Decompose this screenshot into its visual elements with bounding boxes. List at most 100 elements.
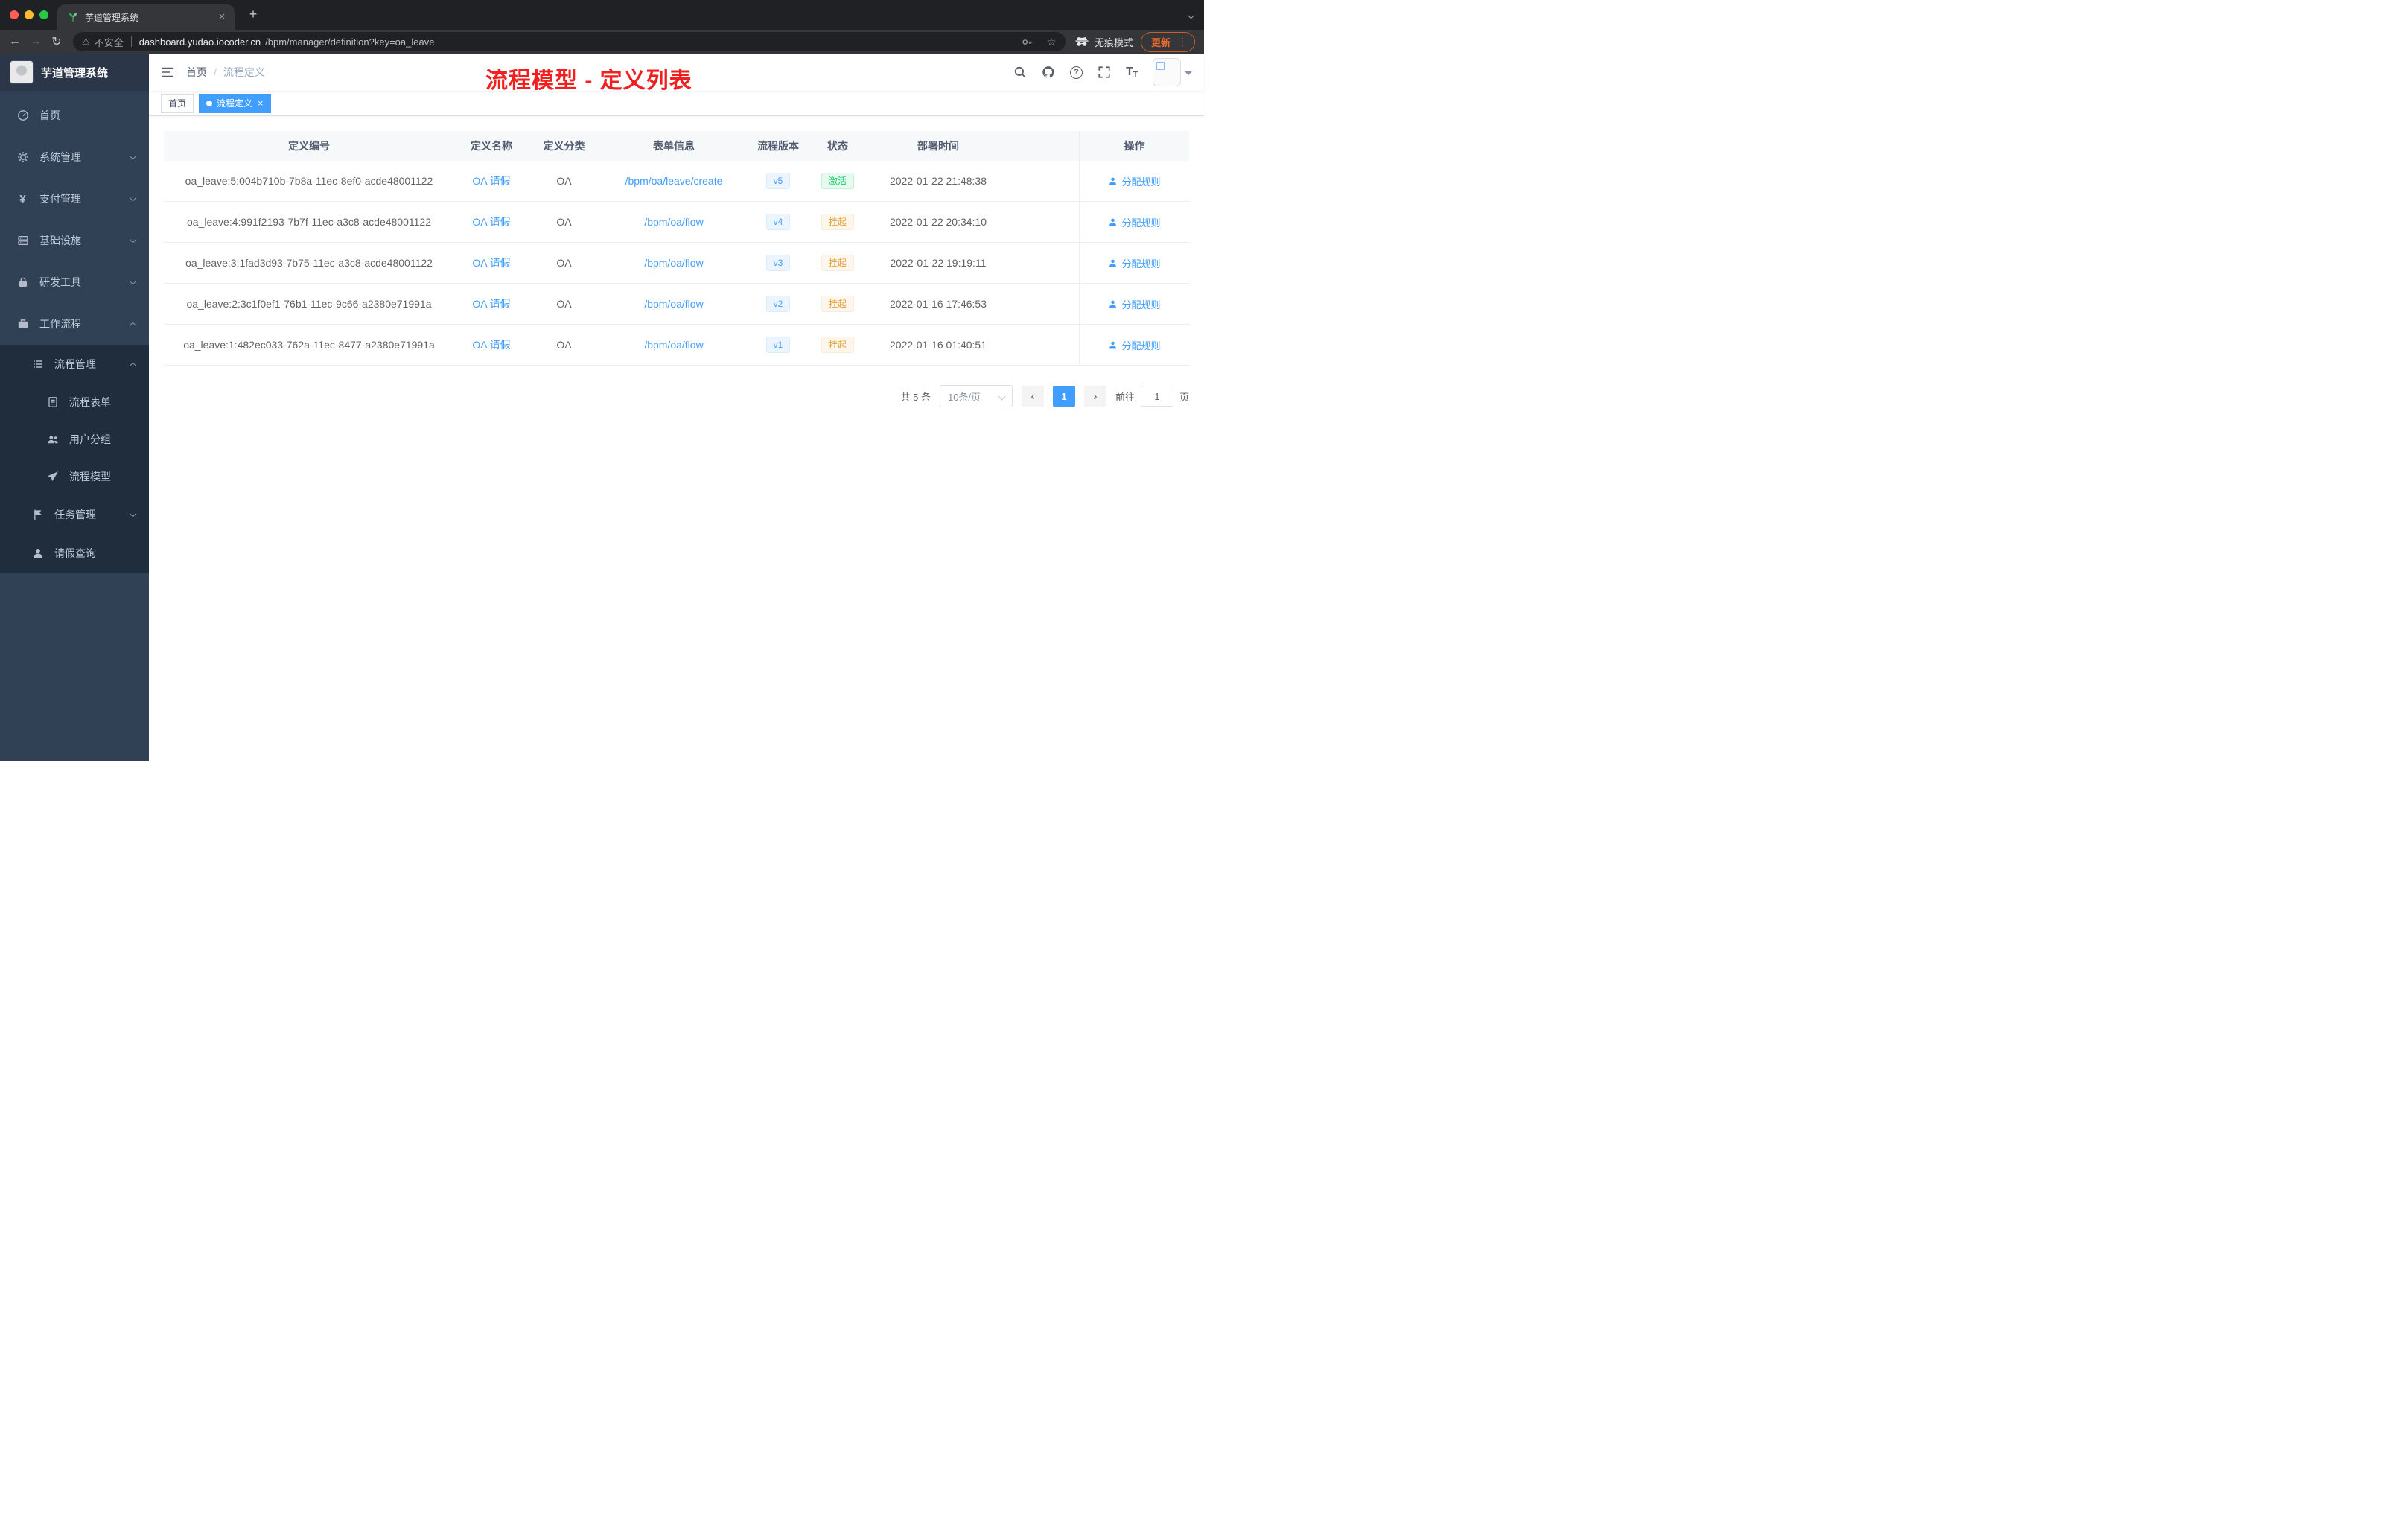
search-icon[interactable] <box>1013 66 1027 79</box>
definition-name-link[interactable]: OA 请假 <box>472 255 510 270</box>
chevron-up-icon <box>129 322 137 329</box>
page-title-annotation: 流程模型 - 定义列表 <box>485 69 692 93</box>
assign-rule-link[interactable]: 分配规则 <box>1108 215 1161 229</box>
assign-rule-link[interactable]: 分配规则 <box>1108 256 1161 270</box>
reload-button[interactable]: ↻ <box>46 31 67 52</box>
form-link[interactable]: /bpm/oa/flow <box>644 298 703 310</box>
sidebar-item-payment[interactable]: ¥ 支付管理 <box>0 178 149 220</box>
deploy-time: 2022-01-22 21:48:38 <box>890 175 987 187</box>
tag-label: 首页 <box>168 98 187 109</box>
definition-id: oa_leave:1:482ec033-762a-11ec-8477-a2380… <box>183 339 435 351</box>
sidebar-item-task-management[interactable]: 任务管理 <box>0 495 149 534</box>
sidebar-item-user-group[interactable]: 用户分组 <box>0 421 149 458</box>
sidebar-item-label: 任务管理 <box>54 509 96 520</box>
browser-tab[interactable]: 芋道管理系统 × <box>57 4 235 30</box>
browser-menu-dots-icon[interactable]: ⋮ <box>1177 36 1188 48</box>
sidebar-item-infrastructure[interactable]: 基础设施 <box>0 220 149 261</box>
font-size-icon[interactable]: TT <box>1126 66 1138 79</box>
help-icon[interactable]: ? <box>1070 66 1083 79</box>
url-divider <box>130 36 132 47</box>
definition-name-link[interactable]: OA 请假 <box>472 173 510 188</box>
row-spacer <box>1009 202 1079 242</box>
breadcrumb-separator: / <box>214 66 217 78</box>
table-row: oa_leave:1:482ec033-762a-11ec-8477-a2380… <box>164 325 1189 366</box>
column-header: 定义分类 <box>543 140 585 152</box>
definition-name-link[interactable]: OA 请假 <box>472 296 510 311</box>
deploy-time: 2022-01-22 19:19:11 <box>890 257 987 269</box>
column-header: 流程版本 <box>757 140 799 152</box>
sidebar-item-workflow[interactable]: 工作流程 <box>0 303 149 345</box>
maximize-window-button[interactable] <box>39 10 48 19</box>
column-header: 定义名称 <box>471 140 512 152</box>
chrome-update-button[interactable]: 更新 ⋮ <box>1140 31 1195 52</box>
security-label[interactable]: 不安全 <box>95 35 124 49</box>
github-icon[interactable] <box>1042 66 1055 79</box>
address-bar[interactable]: ⚠ 不安全 dashboard.yudao.iocoder.cn/bpm/man… <box>73 32 1066 51</box>
form-icon <box>46 396 59 409</box>
definition-category: OA <box>556 339 572 351</box>
sidebar-item-devtools[interactable]: 研发工具 <box>0 261 149 303</box>
forward-button[interactable]: → <box>25 31 46 52</box>
assign-rule-link[interactable]: 分配规则 <box>1108 174 1161 188</box>
bookmark-star-icon[interactable]: ☆ <box>1042 34 1061 50</box>
row-spacer <box>1009 161 1079 201</box>
definition-id: oa_leave:2:3c1f0ef1-76b1-11ec-9c66-a2380… <box>186 298 432 310</box>
next-page-button[interactable]: › <box>1083 386 1106 407</box>
definition-name-link[interactable]: OA 请假 <box>472 337 510 352</box>
assign-rule-link[interactable]: 分配规则 <box>1108 297 1161 311</box>
form-link[interactable]: /bpm/oa/flow <box>644 216 703 228</box>
dashboard-icon <box>16 109 29 122</box>
breadcrumb-home[interactable]: 首页 <box>186 65 207 80</box>
sidebar-item-home[interactable]: 首页 <box>0 95 149 136</box>
sidebar: 芋道管理系统 首页 系统管理 ¥ 支付管理 基础设施 研发工具 工作流程 流程管… <box>0 54 149 761</box>
definition-id: oa_leave:3:1fad3d93-7b75-11ec-a3c8-acde4… <box>185 257 433 269</box>
users-icon <box>46 433 59 446</box>
user-icon <box>1109 259 1117 267</box>
tab-title: 芋道管理系统 <box>85 12 139 23</box>
sidebar-item-process-form[interactable]: 流程表单 <box>0 383 149 421</box>
main-panel: 首页 / 流程定义 流程模型 - 定义列表 ? TT 首页 流程定义 × 定义编… <box>149 54 1204 761</box>
sidebar-item-leave-query[interactable]: 请假查询 <box>0 534 149 573</box>
password-key-icon[interactable] <box>1018 34 1037 50</box>
fullscreen-icon[interactable] <box>1098 66 1111 79</box>
sidebar-item-process-management[interactable]: 流程管理 <box>0 345 149 383</box>
tag-close-icon[interactable]: × <box>258 98 264 109</box>
flag-icon <box>31 509 44 521</box>
form-link[interactable]: /bpm/oa/flow <box>644 339 703 351</box>
tab-search-chevron-icon[interactable] <box>1187 8 1195 22</box>
sidebar-item-system[interactable]: 系统管理 <box>0 136 149 178</box>
user-menu[interactable] <box>1153 58 1192 86</box>
new-tab-button[interactable]: + <box>243 5 263 25</box>
app-logo[interactable]: 芋道管理系统 <box>0 54 149 91</box>
minimize-window-button[interactable] <box>25 10 34 19</box>
list-icon <box>31 358 44 371</box>
back-button[interactable]: ← <box>4 31 25 52</box>
assign-rule-link[interactable]: 分配规则 <box>1108 338 1161 352</box>
sidebar-item-label: 首页 <box>39 109 60 121</box>
toolbar-right: 无痕模式 更新 ⋮ <box>1071 31 1200 52</box>
row-spacer <box>1009 284 1079 324</box>
tab-close-icon[interactable]: × <box>215 10 229 24</box>
close-window-button[interactable] <box>10 10 19 19</box>
form-link[interactable]: /bpm/oa/flow <box>644 257 703 269</box>
goto-page-input[interactable] <box>1140 386 1173 407</box>
page-size-select[interactable]: 10条/页 <box>939 385 1013 407</box>
sidebar-item-label: 请假查询 <box>54 547 96 559</box>
tag-home[interactable]: 首页 <box>161 93 194 113</box>
tag-process-definition[interactable]: 流程定义 × <box>199 93 271 113</box>
avatar[interactable] <box>1153 58 1181 86</box>
page-1-button[interactable]: 1 <box>1052 386 1075 407</box>
hamburger-icon[interactable] <box>161 67 174 77</box>
incognito-icon <box>1075 37 1089 46</box>
form-link[interactable]: /bpm/oa/leave/create <box>625 175 723 187</box>
server-icon <box>16 235 29 247</box>
send-icon <box>46 471 59 483</box>
gear-icon <box>16 151 29 164</box>
sidebar-item-process-model[interactable]: 流程模型 <box>0 458 149 495</box>
workflow-submenu: 流程管理 流程表单 用户分组 流程模型 任务管理 请假查询 <box>0 345 149 573</box>
prev-page-button[interactable]: ‹ <box>1021 386 1044 407</box>
column-header: 部署时间 <box>917 140 959 152</box>
definition-name-link[interactable]: OA 请假 <box>472 214 510 229</box>
status-badge: 挂起 <box>821 255 854 271</box>
incognito-indicator: 无痕模式 <box>1074 35 1133 49</box>
